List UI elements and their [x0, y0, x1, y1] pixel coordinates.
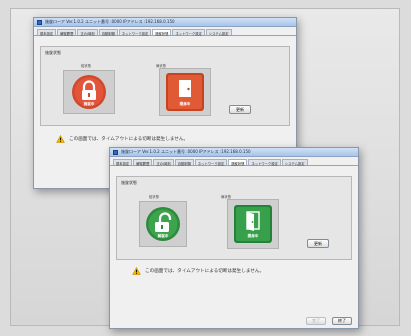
window-title: 施錠ローア Ver.1.0.2 ユニット番号 :0000 IPアドレス :192… — [45, 19, 175, 24]
tab-auto[interactable]: 自動制御 — [174, 159, 194, 166]
lock-status-group: 施錠状態 錠状態 扉状態 解錠中 開扉中 更新 — [116, 176, 352, 260]
door-state-text: 開扉中 — [248, 233, 259, 238]
tab-auto[interactable]: 自動制御 — [98, 29, 118, 36]
group-label: 施錠状態 — [121, 180, 137, 185]
refresh-button[interactable]: 更新 — [307, 239, 329, 248]
tab-bar: 基本設定 解錠履歴 正の/時刻 自動制御 ネットワーク設定 施錠状態 ネットワー… — [34, 27, 296, 36]
close-button[interactable]: 終了 — [332, 317, 352, 325]
timeout-warning: この画面では、タイムアウトによる切断は発生しません。 — [132, 267, 264, 275]
warning-icon — [56, 135, 65, 143]
door-closed-icon: 閉扉中 — [166, 73, 204, 111]
tab-network-2[interactable]: ネットワーク設定 — [172, 29, 205, 36]
tab-basic[interactable]: 基本設定 — [113, 159, 133, 166]
group-label: 施錠状態 — [45, 50, 61, 55]
lock-state-text: 解錠中 — [157, 233, 169, 238]
tab-system[interactable]: システム設定 — [205, 29, 232, 36]
padlock-open-icon: 解錠中 — [146, 207, 180, 241]
tab-network[interactable]: ネットワーク設定 — [118, 29, 152, 36]
tab-network[interactable]: ネットワーク設定 — [194, 159, 228, 166]
tab-history[interactable]: 解錠履歴 — [57, 29, 77, 36]
padlock-closed-icon: 施錠中 — [72, 75, 106, 109]
tab-time[interactable]: 正の/時刻 — [153, 159, 174, 166]
door-state-text: 閉扉中 — [180, 101, 191, 106]
lock-status-tile: 施錠中 — [63, 70, 115, 114]
refresh-button[interactable]: 更新 — [229, 105, 251, 114]
tab-lock-state[interactable]: 施錠状態 — [228, 159, 248, 166]
app-icon — [113, 149, 118, 155]
front-titlebar: 施錠ローア Ver.1.0.2 ユニット番号 :0000 IPアドレス :192… — [110, 148, 358, 157]
door-status-tile: 開扉中 — [227, 199, 279, 249]
app-icon — [37, 19, 42, 25]
finish-button[interactable]: 完了 — [306, 317, 326, 325]
timeout-warning: この画面では、タイムアウトによる切断は発生しません。 — [56, 135, 188, 143]
tab-lock-state[interactable]: 施錠状態 — [152, 29, 172, 36]
warning-icon — [132, 267, 141, 275]
tab-history[interactable]: 解錠履歴 — [133, 159, 153, 166]
tab-system[interactable]: システム設定 — [281, 159, 308, 166]
lock-label: 錠状態 — [149, 195, 159, 199]
door-open-icon: 開扉中 — [234, 205, 272, 243]
tab-basic[interactable]: 基本設定 — [37, 29, 57, 36]
tab-network-2[interactable]: ネットワーク設定 — [248, 159, 281, 166]
warning-text: この画面では、タイムアウトによる切断は発生しません。 — [145, 269, 265, 274]
lock-state-text: 施錠中 — [84, 101, 95, 106]
front-window: 施錠ローア Ver.1.0.2 ユニット番号 :0000 IPアドレス :192… — [109, 147, 359, 329]
tab-time[interactable]: 正の/時刻 — [77, 29, 98, 36]
door-status-tile: 閉扉中 — [159, 68, 211, 116]
back-titlebar: 施錠ローア Ver.1.0.2 ユニット番号 :0000 IPアドレス :192… — [34, 18, 296, 27]
lock-status-tile: 解錠中 — [139, 201, 187, 247]
lock-status-group: 施錠状態 錠状態 扉状態 施錠中 閉扉中 更新 — [40, 46, 290, 126]
warning-text: この画面では、タイムアウトによる切断は発生しません。 — [69, 137, 189, 142]
window-title: 施錠ローア Ver.1.0.2 ユニット番号 :0000 IPアドレス :192… — [121, 149, 251, 154]
lock-label: 錠状態 — [81, 64, 91, 68]
tab-bar: 基本設定 解錠履歴 正の/時刻 自動制御 ネットワーク設定 施錠状態 ネットワー… — [110, 157, 358, 166]
